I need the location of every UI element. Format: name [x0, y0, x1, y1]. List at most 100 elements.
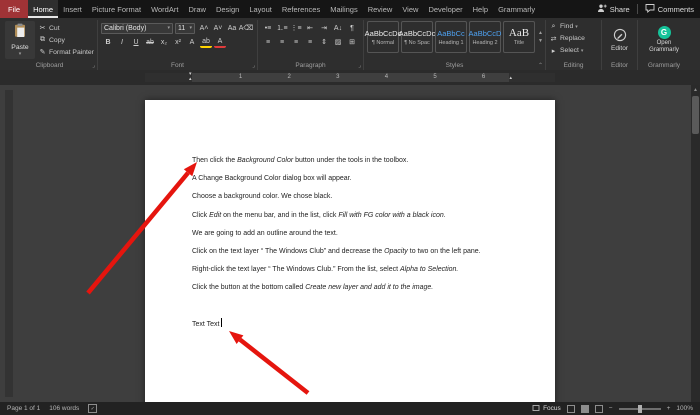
tab-draw[interactable]: Draw — [183, 0, 211, 18]
share-button[interactable]: Share — [597, 3, 630, 15]
dialog-launcher-icon[interactable]: ⌟ — [252, 62, 255, 69]
ribbon-find-button[interactable]: ⌕Find▾ — [549, 21, 598, 32]
ribbon-justify-button[interactable]: ≡ — [304, 36, 316, 48]
read-mode-button[interactable] — [567, 405, 575, 413]
tab-mailings[interactable]: Mailings — [325, 0, 363, 18]
ribbon-increase-indent-button[interactable]: ⇥ — [318, 22, 330, 34]
zoom-out-button[interactable]: − — [609, 405, 613, 412]
tab-design[interactable]: Design — [211, 0, 244, 18]
web-layout-button[interactable] — [595, 405, 603, 413]
document-page[interactable]: Then click the Background Color button u… — [145, 100, 555, 402]
scroll-up-button[interactable]: ▲ — [691, 85, 700, 94]
paragraph[interactable]: Click the button at the bottom called Cr… — [192, 279, 545, 297]
cut-label: Cut — [49, 25, 60, 32]
font-size-combo[interactable]: 11 ▾ — [175, 23, 195, 34]
paragraph[interactable]: Text Text — [192, 316, 545, 334]
tab-developer[interactable]: Developer — [423, 0, 467, 18]
dialog-launcher-icon[interactable]: ⌟ — [92, 62, 95, 69]
focus-button[interactable]: Focus — [532, 404, 561, 414]
print-layout-button[interactable] — [581, 405, 589, 413]
ribbon-grow-font-button[interactable]: A˄ — [198, 22, 210, 34]
tab-references[interactable]: References — [277, 0, 325, 18]
style-heading-1[interactable]: AaBbCcHeading 1 — [435, 21, 467, 53]
tab-file[interactable]: File — [0, 0, 28, 18]
ribbon-numbering-button[interactable]: ⒈≡ — [276, 22, 288, 34]
tab-review[interactable]: Review — [363, 0, 398, 18]
ribbon-clear-formatting-button[interactable]: A⌫ — [240, 22, 252, 34]
ribbon-subscript-button[interactable]: x₂ — [158, 36, 170, 48]
gallery-down-button[interactable]: ▼ — [538, 38, 543, 44]
dialog-launcher-icon[interactable]: ⌃ — [538, 62, 543, 69]
ribbon-multilevel-list-button[interactable]: ⋮≡ — [290, 22, 302, 34]
ribbon-bold-button[interactable]: B — [102, 36, 114, 48]
editor-button[interactable]: Editor — [605, 21, 634, 59]
vertical-scrollbar[interactable]: ▲ — [691, 85, 700, 402]
ribbon-change-case-button[interactable]: Aa — [226, 22, 238, 34]
ribbon-copy-button[interactable]: ⧉Copy — [38, 35, 94, 46]
ribbon-replace-button[interactable]: ⇄Replace — [549, 33, 598, 44]
ribbon-sort-button[interactable]: A↓ — [332, 22, 344, 34]
tab-insert[interactable]: Insert — [58, 0, 87, 18]
ribbon-superscript-button[interactable]: x² — [172, 36, 184, 48]
ribbon-underline-button[interactable]: U — [130, 36, 142, 48]
right-indent-marker[interactable]: ▴ — [509, 76, 512, 81]
style-heading-2[interactable]: AaBbCcDHeading 2 — [469, 21, 501, 53]
paragraph[interactable]: Choose a background color. We chose blac… — [192, 188, 545, 206]
ribbon-bullets-button[interactable]: •≡ — [262, 22, 274, 34]
paragraph[interactable]: Click on the text layer “ The Windows Cl… — [192, 243, 545, 261]
style--normal[interactable]: AaBbCcDc¶ Normal — [367, 21, 399, 53]
status-bar: Page 1 of 1 106 words ✓ Focus − + 100% — [0, 402, 700, 415]
ribbon-highlight-button[interactable]: ab — [200, 36, 212, 48]
ribbon-format-painter-button[interactable]: ✎Format Painter — [38, 47, 94, 58]
tab-layout[interactable]: Layout — [244, 0, 277, 18]
dialog-launcher-icon[interactable]: ⌟ — [358, 62, 361, 69]
ribbon-strikethrough-button[interactable]: ab — [144, 36, 156, 48]
left-indent-marker[interactable]: ▾▴ — [189, 72, 192, 82]
zoom-in-button[interactable]: + — [667, 405, 671, 412]
ribbon-cut-button[interactable]: ✂Cut — [38, 23, 94, 34]
tab-view[interactable]: View — [397, 0, 423, 18]
ribbon-show-marks-button[interactable]: ¶ — [346, 22, 358, 34]
comments-button[interactable]: Comments — [645, 3, 694, 15]
grammarly-line2: Grammarly — [649, 47, 679, 53]
font-name-combo[interactable]: Calibri (Body) ▾ — [101, 23, 173, 34]
gallery-up-button[interactable]: ▲ — [538, 30, 543, 36]
ribbon-align-center-button[interactable]: ≡ — [276, 36, 288, 48]
text-run: A Change Background Color dialog box wil… — [192, 175, 352, 182]
ribbon-align-left-button[interactable]: ≡ — [262, 36, 274, 48]
paragraph[interactable] — [192, 298, 545, 316]
paragraph[interactable]: Click Edit on the menu bar, and in the l… — [192, 207, 545, 225]
paragraph[interactable]: We are going to add an outline around th… — [192, 225, 545, 243]
page-indicator[interactable]: Page 1 of 1 — [7, 405, 40, 412]
paragraph[interactable]: Right-click the text layer “ The Windows… — [192, 261, 545, 279]
ribbon-shrink-font-button[interactable]: A˅ — [212, 22, 224, 34]
style--no-spac[interactable]: AaBbCcDc¶ No Spac — [401, 21, 433, 53]
spellcheck-icon[interactable]: ✓ — [88, 404, 97, 413]
ribbon-borders-button[interactable]: ⊞ — [346, 36, 358, 48]
open-grammarly-button[interactable]: G Open Grammarly — [641, 21, 687, 59]
ribbon-font-color-button[interactable]: A — [214, 36, 226, 48]
ribbon-align-right-button[interactable]: ≡ — [290, 36, 302, 48]
ribbon-text-effects-button[interactable]: A — [186, 36, 198, 48]
word-count[interactable]: 106 words — [49, 405, 79, 412]
ribbon-select-button[interactable]: ▸Select▾ — [549, 45, 598, 56]
tab-wordart[interactable]: WordArt — [146, 0, 183, 18]
paragraph[interactable]: A Change Background Color dialog box wil… — [192, 170, 545, 188]
paste-button[interactable]: Paste ▾ — [5, 21, 35, 59]
style-title[interactable]: AaBTitle — [503, 21, 535, 53]
scrollbar-thumb[interactable] — [692, 96, 699, 134]
ribbon-line-spacing-button[interactable]: ⇕ — [318, 36, 330, 48]
tab-grammarly[interactable]: Grammarly — [493, 0, 540, 18]
ribbon-decrease-indent-button[interactable]: ⇤ — [304, 22, 316, 34]
zoom-slider-thumb[interactable] — [638, 405, 642, 413]
tab-help[interactable]: Help — [468, 0, 493, 18]
tab-picture-format[interactable]: Picture Format — [87, 0, 146, 18]
ribbon-italic-button[interactable]: I — [116, 36, 128, 48]
ribbon-shading-button[interactable]: ▨ — [332, 36, 344, 48]
zoom-level[interactable]: 100% — [676, 405, 693, 412]
paragraph[interactable]: Then click the Background Color button u… — [192, 152, 545, 170]
zoom-slider[interactable] — [619, 408, 661, 410]
font-size-value: 11 — [178, 25, 185, 32]
tab-home[interactable]: Home — [28, 0, 58, 18]
paste-label: Paste — [11, 44, 28, 51]
